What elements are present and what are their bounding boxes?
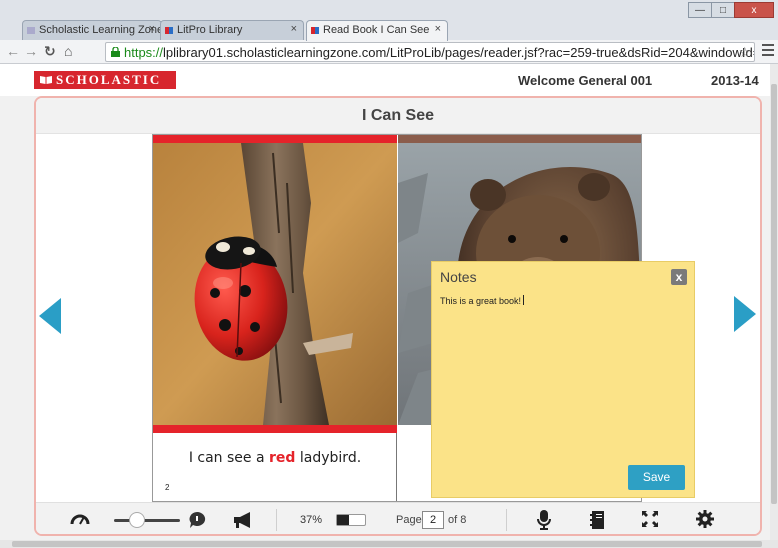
- tab-scholastic-learning-zone[interactable]: Scholastic Learning Zone ×: [22, 20, 162, 40]
- browser-toolbar: ← → ↻ ⌂ https://lplibrary01.scholasticle…: [0, 40, 778, 64]
- page-favicon-icon: [27, 27, 35, 34]
- minimize-button[interactable]: —: [688, 2, 712, 18]
- address-bar[interactable]: https://lplibrary01.scholasticlearningzo…: [105, 42, 755, 62]
- tab-litpro-library[interactable]: LitPro Library ×: [160, 20, 304, 40]
- bookmark-star-icon[interactable]: ☆: [738, 44, 751, 61]
- next-page-arrow-icon[interactable]: [734, 296, 756, 332]
- url-scheme: https://: [124, 45, 164, 60]
- page-bottom-band: [153, 425, 397, 433]
- zoom-toggle[interactable]: [336, 514, 366, 526]
- forward-icon[interactable]: →: [24, 43, 38, 59]
- caption-highlight-word: red: [269, 450, 296, 466]
- notes-popup: Notes x This is a great book! Save: [431, 261, 695, 498]
- previous-page-arrow-icon[interactable]: [39, 298, 61, 334]
- speech-bubble-icon[interactable]: [188, 511, 206, 529]
- browser-chrome: Scholastic Learning Zone × LitPro Librar…: [0, 0, 778, 64]
- page-caption: I can see a red ladybird.: [153, 450, 397, 466]
- tab-close-icon[interactable]: ×: [291, 23, 297, 35]
- home-icon[interactable]: ⌂: [64, 43, 72, 59]
- tab-label: LitPro Library: [177, 24, 243, 36]
- welcome-text: Welcome General 001: [518, 73, 653, 88]
- back-icon[interactable]: ←: [6, 43, 20, 59]
- maximize-icon: □: [719, 4, 727, 16]
- page-number: 2: [165, 483, 170, 492]
- browser-menu-icon[interactable]: [762, 44, 774, 58]
- notebook-icon[interactable]: [590, 511, 604, 529]
- page-input[interactable]: 2: [422, 511, 444, 529]
- logo-text: SCHOLASTIC: [56, 72, 162, 87]
- book-favicon-icon: [165, 27, 173, 34]
- notes-header: Notes x: [432, 262, 694, 290]
- ladybird-illustration: [153, 143, 397, 425]
- notes-text-content: This is a great book!: [440, 296, 522, 306]
- caption-text: I can see a: [188, 450, 270, 466]
- tab-strip: Scholastic Learning Zone × LitPro Librar…: [0, 0, 778, 41]
- window-controls: — □ x: [688, 2, 774, 18]
- page-top-band: [153, 135, 397, 143]
- left-page: I can see a red ladybird. 2: [153, 135, 397, 501]
- reader-toolbar: 37% Page 2 of 8: [36, 502, 760, 534]
- toolbar-divider: [506, 509, 507, 531]
- horizontal-scroll-thumb[interactable]: [12, 541, 762, 547]
- megaphone-icon[interactable]: [232, 512, 254, 528]
- tab-label: Scholastic Learning Zone: [39, 24, 162, 36]
- open-book-icon: [40, 76, 52, 84]
- tab-close-icon[interactable]: ×: [435, 23, 441, 35]
- maximize-button[interactable]: □: [711, 2, 735, 18]
- speed-slider-track[interactable]: [114, 519, 180, 522]
- lock-icon: [111, 47, 120, 57]
- tab-read-book[interactable]: Read Book I Can See ×: [306, 20, 448, 41]
- book-favicon-icon: [311, 27, 319, 34]
- notes-save-button[interactable]: Save: [628, 465, 685, 490]
- zoom-level: 37%: [300, 514, 323, 526]
- gear-icon[interactable]: [696, 510, 714, 528]
- page-total: of 8: [448, 514, 467, 526]
- speedometer-icon[interactable]: [70, 512, 90, 526]
- book-title: I Can See: [361, 107, 435, 124]
- notes-title: Notes: [440, 269, 477, 285]
- close-icon: x: [751, 4, 757, 16]
- school-year: 2013-14: [711, 73, 759, 88]
- microphone-icon[interactable]: [537, 510, 551, 530]
- site-header: SCHOLASTIC Welcome General 001 2013-14: [0, 64, 770, 96]
- reload-icon[interactable]: ↻: [44, 43, 56, 60]
- minimize-icon: —: [695, 4, 705, 16]
- page-top-band: [398, 135, 641, 143]
- close-icon: x: [675, 270, 683, 284]
- book-reader: I Can See I can see a red ladybird. 2 No…: [34, 96, 762, 536]
- url-text: lplibrary01.scholasticlearningzone.com/L…: [163, 45, 755, 60]
- vertical-scroll-thumb[interactable]: [771, 84, 777, 504]
- text-caret: [523, 295, 525, 305]
- notes-textarea[interactable]: This is a great book!: [440, 295, 686, 455]
- tab-close-icon[interactable]: ×: [149, 23, 155, 35]
- horizontal-scrollbar[interactable]: [0, 540, 778, 548]
- toolbar-divider: [276, 509, 277, 531]
- page-label: Page: [396, 514, 422, 526]
- vertical-scrollbar[interactable]: [770, 64, 778, 540]
- caption-text-end: ladybird.: [295, 450, 362, 466]
- reader-title-bar: I Can See: [36, 98, 760, 134]
- ladybird-photo: [153, 143, 397, 425]
- scholastic-logo[interactable]: SCHOLASTIC: [34, 71, 176, 89]
- fullscreen-icon[interactable]: [642, 511, 658, 527]
- close-window-button[interactable]: x: [734, 2, 774, 18]
- notes-close-button[interactable]: x: [671, 269, 687, 285]
- speed-slider-knob[interactable]: [129, 512, 145, 528]
- tab-label: Read Book I Can See: [323, 24, 430, 36]
